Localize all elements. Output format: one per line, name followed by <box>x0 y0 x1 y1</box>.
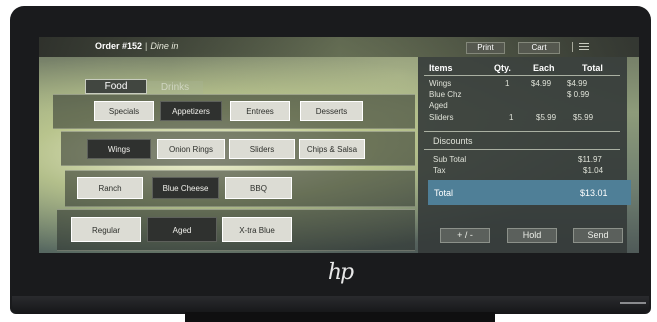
line-qty: 1 <box>505 79 510 88</box>
style-regular[interactable]: Regular <box>71 217 141 242</box>
tab-drinks[interactable]: Drinks <box>147 81 203 94</box>
total-value: $13.01 <box>580 188 608 198</box>
tax-value: $1.04 <box>583 166 604 175</box>
col-each: Each <box>533 63 555 73</box>
power-indicator <box>620 302 646 304</box>
total-label: Total <box>434 188 454 198</box>
line-name[interactable]: Sliders <box>429 113 453 122</box>
hp-logo: hp <box>327 260 354 285</box>
pos-screen: Order #152 | Dine in Print Cart Food Drink… <box>39 37 639 253</box>
print-button[interactable]: Print <box>466 42 505 54</box>
item-wings[interactable]: Wings <box>87 139 151 159</box>
send-button[interactable]: Send <box>573 228 623 243</box>
hold-button[interactable]: Hold <box>507 228 557 243</box>
order-header: Order #152 | Dine in <box>95 41 178 51</box>
col-total: Total <box>582 63 603 73</box>
style-xtra-blue[interactable]: X-tra Blue <box>222 217 292 242</box>
category-entrees[interactable]: Entrees <box>230 101 290 121</box>
tab-food[interactable]: Food <box>85 79 147 94</box>
header-divider <box>424 75 620 76</box>
line-name[interactable]: Blue Chz <box>429 90 461 99</box>
subtotal-label: Sub Total <box>433 155 467 164</box>
order-separator: | <box>145 41 148 51</box>
line-each: $4.99 <box>531 79 552 88</box>
total-bar: Total $13.01 <box>428 180 631 205</box>
terminal-stand <box>185 312 495 322</box>
line-each: $5.99 <box>536 113 557 122</box>
sauce-bbq[interactable]: BBQ <box>225 177 292 199</box>
item-onion-rings[interactable]: Onion Rings <box>157 139 225 159</box>
sauce-ranch[interactable]: Ranch <box>77 177 143 199</box>
tax-label: Tax <box>433 166 446 175</box>
cart-button[interactable]: Cart <box>518 42 560 54</box>
menu-icon[interactable] <box>579 43 589 51</box>
item-chips-salsa[interactable]: Chips & Salsa <box>299 139 365 159</box>
line-total: $5.99 <box>573 113 594 122</box>
subtotal-value: $11.97 <box>578 155 602 164</box>
items-divider <box>424 131 620 132</box>
item-row: Wings Onion Rings Sliders Chips & Salsa <box>61 131 415 166</box>
line-total: $ 0.99 <box>567 90 590 99</box>
top-bar: Order #152 | Dine in Print Cart <box>39 37 639 57</box>
col-qty: Qty. <box>494 63 511 73</box>
category-specials[interactable]: Specials <box>94 101 154 121</box>
style-aged[interactable]: Aged <box>147 217 217 242</box>
order-mode: Dine in <box>150 41 179 51</box>
discounts-divider <box>424 149 620 150</box>
toolbar-divider <box>572 42 573 52</box>
discounts-label[interactable]: Discounts <box>433 136 473 146</box>
category-appetizers[interactable]: Appetizers <box>160 101 222 121</box>
adjust-quantity-button[interactable]: + / - <box>440 228 490 243</box>
line-qty: 1 <box>509 113 514 122</box>
category-row: Specials Appetizers Entrees Desserts <box>53 94 415 129</box>
order-number: Order #152 <box>95 41 143 51</box>
order-ticket: Items Qty. Each Total Wings 1 $4.99 $4.9… <box>418 57 631 253</box>
sauce-blue-cheese[interactable]: Blue Cheese <box>152 177 219 199</box>
col-items: Items <box>429 63 453 73</box>
line-name[interactable]: Wings <box>429 79 451 88</box>
style-row: Regular Aged X-tra Blue <box>57 209 415 251</box>
item-sliders[interactable]: Sliders <box>229 139 295 159</box>
category-desserts[interactable]: Desserts <box>300 101 363 121</box>
line-name[interactable]: Aged <box>429 101 448 110</box>
sauce-row: Ranch Blue Cheese BBQ <box>65 170 415 207</box>
line-total: $4.99 <box>567 79 588 88</box>
